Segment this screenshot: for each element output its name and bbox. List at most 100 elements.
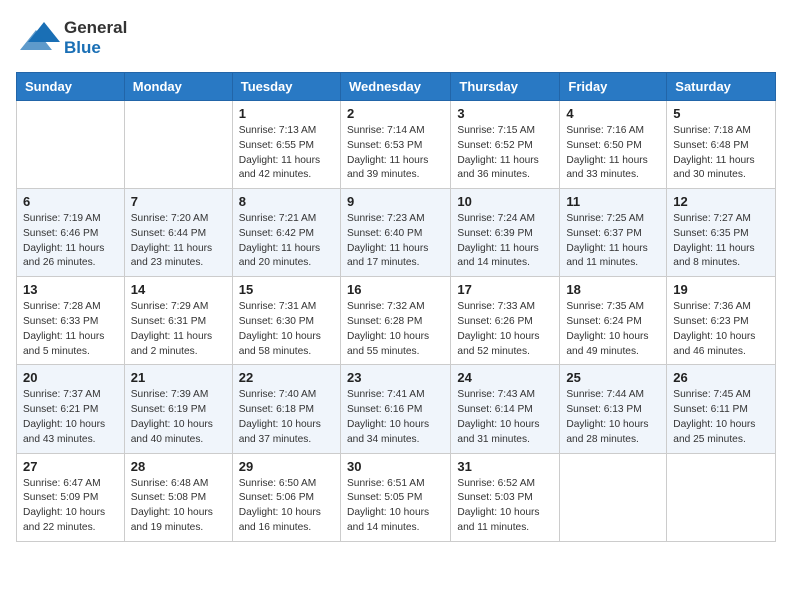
- day-number: 28: [131, 459, 226, 474]
- day-number: 26: [673, 370, 769, 385]
- weekday-header-monday: Monday: [124, 73, 232, 101]
- logo: General Blue: [16, 16, 127, 60]
- day-info: Sunrise: 7:41 AM Sunset: 6:16 PM Dayligh…: [347, 388, 444, 447]
- day-number: 15: [239, 282, 334, 297]
- weekday-header-tuesday: Tuesday: [232, 73, 340, 101]
- weekday-header-wednesday: Wednesday: [340, 73, 450, 101]
- day-info: Sunrise: 7:18 AM Sunset: 6:48 PM Dayligh…: [673, 124, 769, 183]
- day-info: Sunrise: 7:19 AM Sunset: 6:46 PM Dayligh…: [23, 212, 118, 271]
- day-number: 5: [673, 106, 769, 121]
- day-info: Sunrise: 7:24 AM Sunset: 6:39 PM Dayligh…: [457, 212, 553, 271]
- day-number: 7: [131, 194, 226, 209]
- calendar-cell: 17 Sunrise: 7:33 AM Sunset: 6:26 PM Dayli…: [451, 277, 560, 365]
- calendar-cell: 2 Sunrise: 7:14 AM Sunset: 6:53 PM Daylig…: [340, 101, 450, 189]
- calendar-cell: 25 Sunrise: 7:44 AM Sunset: 6:13 PM Dayli…: [560, 365, 667, 453]
- day-info: Sunrise: 7:23 AM Sunset: 6:40 PM Dayligh…: [347, 212, 444, 271]
- calendar-table: SundayMondayTuesdayWednesdayThursdayFrid…: [16, 72, 776, 542]
- page-header: General Blue: [16, 16, 776, 60]
- day-number: 12: [673, 194, 769, 209]
- weekday-header-friday: Friday: [560, 73, 667, 101]
- calendar-cell: [667, 453, 776, 541]
- calendar-cell: 3 Sunrise: 7:15 AM Sunset: 6:52 PM Daylig…: [451, 101, 560, 189]
- day-number: 29: [239, 459, 334, 474]
- day-number: 13: [23, 282, 118, 297]
- day-number: 20: [23, 370, 118, 385]
- calendar-cell: 10 Sunrise: 7:24 AM Sunset: 6:39 PM Dayli…: [451, 189, 560, 277]
- day-info: Sunrise: 7:45 AM Sunset: 6:11 PM Dayligh…: [673, 388, 769, 447]
- day-number: 19: [673, 282, 769, 297]
- day-number: 17: [457, 282, 553, 297]
- day-info: Sunrise: 7:31 AM Sunset: 6:30 PM Dayligh…: [239, 300, 334, 359]
- logo-icon: [16, 16, 60, 60]
- calendar-cell: 23 Sunrise: 7:41 AM Sunset: 6:16 PM Dayli…: [340, 365, 450, 453]
- calendar-cell: 27Sunrise: 6:47 AM Sunset: 5:09 PM Dayli…: [17, 453, 125, 541]
- day-info: Sunrise: 7:36 AM Sunset: 6:23 PM Dayligh…: [673, 300, 769, 359]
- day-number: 11: [566, 194, 660, 209]
- calendar-cell: 9 Sunrise: 7:23 AM Sunset: 6:40 PM Daylig…: [340, 189, 450, 277]
- calendar-cell: 20Sunrise: 7:37 AM Sunset: 6:21 PM Dayli…: [17, 365, 125, 453]
- calendar-cell: 13 Sunrise: 7:28 AM Sunset: 6:33 PM Dayli…: [17, 277, 125, 365]
- day-info: Sunrise: 7:28 AM Sunset: 6:33 PM Dayligh…: [23, 300, 118, 359]
- calendar-cell: 18 Sunrise: 7:35 AM Sunset: 6:24 PM Dayli…: [560, 277, 667, 365]
- calendar-cell: 31 Sunrise: 6:52 AM Sunset: 5:03 PM Dayli…: [451, 453, 560, 541]
- day-info: Sunrise: 7:29 AM Sunset: 6:31 PM Dayligh…: [131, 300, 226, 359]
- day-number: 30: [347, 459, 444, 474]
- calendar-cell: 28 Sunrise: 6:48 AM Sunset: 5:08 PM Dayli…: [124, 453, 232, 541]
- day-number: 24: [457, 370, 553, 385]
- calendar-cell: 24 Sunrise: 7:43 AM Sunset: 6:14 PM Dayli…: [451, 365, 560, 453]
- calendar-cell: 22 Sunrise: 7:40 AM Sunset: 6:18 PM Dayli…: [232, 365, 340, 453]
- week-row-2: 6 Sunrise: 7:19 AM Sunset: 6:46 PM Daylig…: [17, 189, 776, 277]
- calendar-cell: 7Sunrise: 7:20 AM Sunset: 6:44 PM Daylig…: [124, 189, 232, 277]
- calendar-cell: 21 Sunrise: 7:39 AM Sunset: 6:19 PM Dayli…: [124, 365, 232, 453]
- week-row-4: 20Sunrise: 7:37 AM Sunset: 6:21 PM Dayli…: [17, 365, 776, 453]
- day-number: 14: [131, 282, 226, 297]
- day-info: Sunrise: 7:32 AM Sunset: 6:28 PM Dayligh…: [347, 300, 444, 359]
- day-info: Sunrise: 6:47 AM Sunset: 5:09 PM Dayligh…: [23, 477, 118, 536]
- calendar-cell: 15 Sunrise: 7:31 AM Sunset: 6:30 PM Dayli…: [232, 277, 340, 365]
- day-number: 16: [347, 282, 444, 297]
- day-number: 21: [131, 370, 226, 385]
- day-number: 9: [347, 194, 444, 209]
- day-number: 18: [566, 282, 660, 297]
- day-info: Sunrise: 7:40 AM Sunset: 6:18 PM Dayligh…: [239, 388, 334, 447]
- day-info: Sunrise: 7:13 AM Sunset: 6:55 PM Dayligh…: [239, 124, 334, 183]
- calendar-cell: [17, 101, 125, 189]
- weekday-header-thursday: Thursday: [451, 73, 560, 101]
- day-number: 4: [566, 106, 660, 121]
- day-info: Sunrise: 7:14 AM Sunset: 6:53 PM Dayligh…: [347, 124, 444, 183]
- day-info: Sunrise: 6:50 AM Sunset: 5:06 PM Dayligh…: [239, 477, 334, 536]
- day-number: 6: [23, 194, 118, 209]
- calendar-cell: 29 Sunrise: 6:50 AM Sunset: 5:06 PM Dayli…: [232, 453, 340, 541]
- calendar-cell: [124, 101, 232, 189]
- logo-blue: Blue: [64, 38, 101, 57]
- day-number: 10: [457, 194, 553, 209]
- day-number: 2: [347, 106, 444, 121]
- calendar-cell: 16 Sunrise: 7:32 AM Sunset: 6:28 PM Dayli…: [340, 277, 450, 365]
- day-number: 23: [347, 370, 444, 385]
- day-info: Sunrise: 7:35 AM Sunset: 6:24 PM Dayligh…: [566, 300, 660, 359]
- day-number: 22: [239, 370, 334, 385]
- day-info: Sunrise: 7:39 AM Sunset: 6:19 PM Dayligh…: [131, 388, 226, 447]
- day-info: Sunrise: 6:52 AM Sunset: 5:03 PM Dayligh…: [457, 477, 553, 536]
- day-info: Sunrise: 7:33 AM Sunset: 6:26 PM Dayligh…: [457, 300, 553, 359]
- day-info: Sunrise: 7:15 AM Sunset: 6:52 PM Dayligh…: [457, 124, 553, 183]
- calendar-cell: 14 Sunrise: 7:29 AM Sunset: 6:31 PM Dayli…: [124, 277, 232, 365]
- week-row-3: 13 Sunrise: 7:28 AM Sunset: 6:33 PM Dayli…: [17, 277, 776, 365]
- day-info: Sunrise: 7:44 AM Sunset: 6:13 PM Dayligh…: [566, 388, 660, 447]
- calendar-cell: 4Sunrise: 7:16 AM Sunset: 6:50 PM Daylig…: [560, 101, 667, 189]
- day-info: Sunrise: 7:43 AM Sunset: 6:14 PM Dayligh…: [457, 388, 553, 447]
- week-row-5: 27Sunrise: 6:47 AM Sunset: 5:09 PM Dayli…: [17, 453, 776, 541]
- logo-general: General: [64, 18, 127, 38]
- calendar-cell: 6 Sunrise: 7:19 AM Sunset: 6:46 PM Daylig…: [17, 189, 125, 277]
- day-info: Sunrise: 6:48 AM Sunset: 5:08 PM Dayligh…: [131, 477, 226, 536]
- calendar-cell: 8Sunrise: 7:21 AM Sunset: 6:42 PM Daylig…: [232, 189, 340, 277]
- calendar-cell: 19 Sunrise: 7:36 AM Sunset: 6:23 PM Dayli…: [667, 277, 776, 365]
- day-number: 25: [566, 370, 660, 385]
- calendar-cell: 26 Sunrise: 7:45 AM Sunset: 6:11 PM Dayli…: [667, 365, 776, 453]
- day-number: 31: [457, 459, 553, 474]
- day-number: 3: [457, 106, 553, 121]
- weekday-header-sunday: Sunday: [17, 73, 125, 101]
- day-info: Sunrise: 7:27 AM Sunset: 6:35 PM Dayligh…: [673, 212, 769, 271]
- week-row-1: 1Sunrise: 7:13 AM Sunset: 6:55 PM Daylig…: [17, 101, 776, 189]
- weekday-header-row: SundayMondayTuesdayWednesdayThursdayFrid…: [17, 73, 776, 101]
